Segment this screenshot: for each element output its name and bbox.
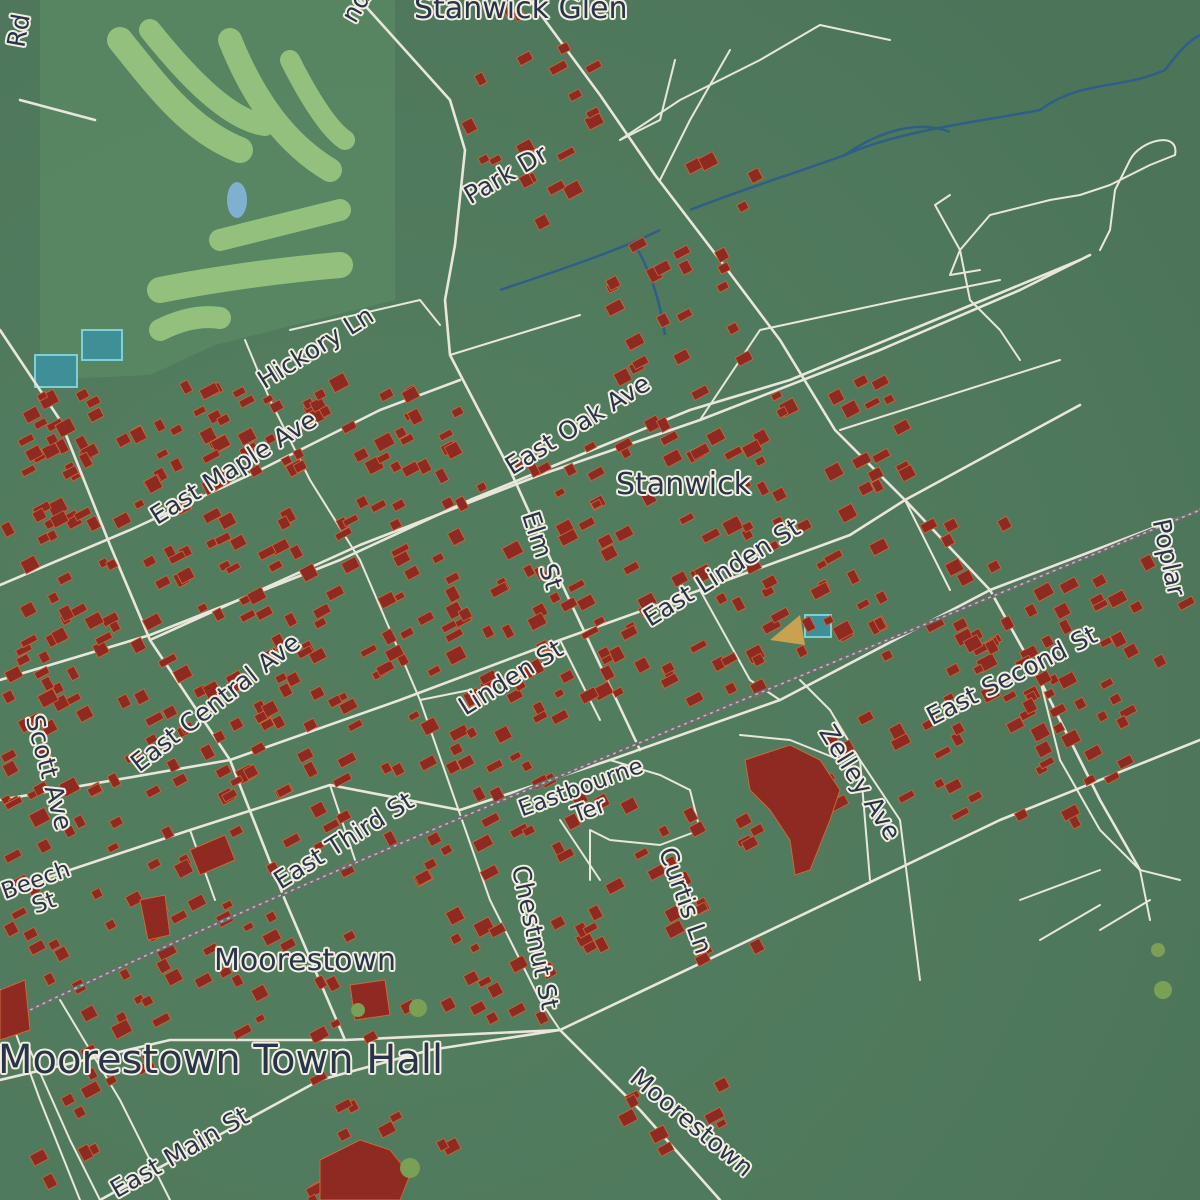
landmark-building [0,979,31,1041]
road-label-top-left: Rd [1,11,36,50]
place-label-stanwick-glen: Stanwick Glen [414,0,628,26]
place-label-moorestown: Moorestown [214,943,397,978]
place-label-moorestown-town-hall: Moorestown Town Hall [0,1037,444,1083]
map-view[interactable]: Rd nd Stanwick Glen Park Dr Hickory Ln E… [0,0,1200,1200]
place-label-stanwick: Stanwick [616,467,751,502]
map-canvas[interactable] [0,0,1200,1200]
